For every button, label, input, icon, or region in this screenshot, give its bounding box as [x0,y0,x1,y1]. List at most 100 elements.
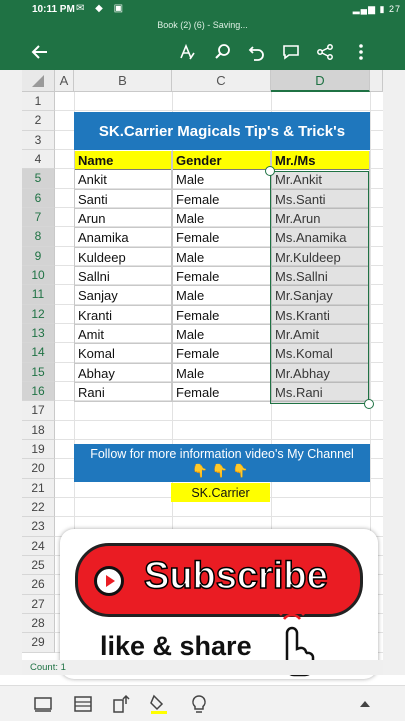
gender-cell[interactable]: Male [172,247,271,267]
tell-me-icon[interactable] [186,691,212,717]
like-share-label: like & share [100,631,252,661]
right-margin [383,70,405,675]
play-icon [94,566,124,596]
gender-cell[interactable]: Male [172,363,271,383]
row-header[interactable]: 14 [22,343,55,363]
name-cell[interactable]: Sallni [74,266,172,286]
header-cell-gender[interactable]: Gender [172,151,271,170]
row-header[interactable]: 10 [22,265,55,286]
name-cell[interactable]: Rani [74,382,172,402]
gender-cell[interactable]: Female [172,305,271,325]
row-header[interactable]: 15 [22,362,55,382]
name-cell[interactable]: Abhay [74,363,172,383]
row-header[interactable]: 9 [22,246,55,266]
follow-text: Follow for more information video's My C… [90,447,354,461]
row-header[interactable]: 5 [22,169,55,189]
column-header-b[interactable]: B [74,70,172,92]
document-title: Book (2) (6) - Saving... [0,20,405,33]
row-header[interactable]: 16 [22,381,55,402]
row-header[interactable]: 20 [22,459,55,479]
row-header[interactable]: 17 [22,401,55,421]
subscribe-button[interactable]: Subscribe [75,543,363,617]
follow-banner[interactable]: Follow for more information video's My C… [74,444,370,482]
gridline-horizontal [55,516,383,518]
gender-cell[interactable]: Male [172,324,271,344]
row-header[interactable]: 24 [22,536,55,556]
bottom-toolbar [0,685,405,721]
name-cell[interactable]: Amit [74,324,172,344]
subscribe-label: Subscribe [143,554,328,598]
select-all-corner[interactable] [22,70,55,92]
left-margin [0,70,22,675]
insert-icon[interactable] [108,691,134,717]
header-cell-title[interactable]: Mr./Ms [271,151,370,170]
collapse-up-icon[interactable] [352,691,378,717]
gender-cell[interactable]: Male [172,208,271,228]
comment-icon[interactable] [278,39,304,65]
battery-icon: ▮ [379,4,386,14]
banner-title[interactable]: SK.Carrier Magicals Tip's & Trick's [74,112,370,150]
pointing-down-icon: 👇👇👇 [191,463,253,478]
row-header[interactable]: 4 [22,149,55,170]
gender-cell[interactable]: Female [172,228,271,248]
back-arrow-icon[interactable] [27,39,53,65]
name-cell[interactable]: Sanjay [74,286,172,306]
name-cell[interactable]: Kuldeep [74,247,172,267]
selection-handle-bottom[interactable] [364,399,374,409]
name-cell[interactable]: Ankit [74,170,172,190]
row-header[interactable]: 21 [22,478,55,498]
row-header[interactable]: 2 [22,111,55,131]
undo-icon[interactable] [244,39,270,65]
search-icon[interactable] [210,39,236,65]
name-cell[interactable]: Kranti [74,305,172,325]
sheet-view-icon[interactable] [30,691,56,717]
column-header-c[interactable]: C [172,70,271,92]
card-view-icon[interactable] [70,691,96,717]
gender-cell[interactable]: Female [172,189,271,209]
clock: 10:11 PM [32,4,75,15]
name-cell[interactable]: Santi [74,189,172,209]
column-header-e[interactable] [370,70,383,92]
row-header[interactable]: 8 [22,227,55,247]
gridline-horizontal [55,438,383,440]
row-header[interactable]: 28 [22,613,55,634]
gender-cell[interactable]: Female [172,266,271,286]
row-header[interactable]: 1 [22,92,55,112]
more-icon[interactable] [348,39,374,65]
column-header-d[interactable]: D [271,70,370,92]
row-header[interactable]: 11 [22,285,55,305]
fill-color-icon[interactable] [146,691,172,717]
name-cell[interactable]: Arun [74,208,172,228]
row-header[interactable]: 27 [22,594,55,614]
row-header[interactable]: 29 [22,633,55,653]
row-header[interactable]: 25 [22,555,55,576]
row-header[interactable]: 23 [22,517,55,537]
gender-cell[interactable]: Female [172,344,271,364]
row-header[interactable]: 7 [22,207,55,228]
row-header[interactable]: 13 [22,323,55,344]
row-header[interactable]: 6 [22,188,55,208]
text-format-icon[interactable] [174,39,200,65]
selection-handle-top[interactable] [265,166,275,176]
selection-range[interactable] [270,171,369,404]
channel-tag[interactable]: SK.Carrier [171,483,270,502]
row-header[interactable]: 22 [22,497,55,518]
gender-cell[interactable]: Male [172,170,271,190]
gender-cell[interactable]: Female [172,382,271,402]
row-header[interactable]: 12 [22,304,55,324]
share-icon[interactable] [312,39,338,65]
notification-icons: ✉ ◆ ▣ [76,3,128,14]
header-cell-name[interactable]: Name [74,151,172,170]
row-header[interactable]: 19 [22,439,55,460]
system-tray: ▂▄▆ ▮ 27 [353,4,401,15]
name-cell[interactable]: Anamika [74,228,172,248]
status-count: Count: 1 [22,660,383,675]
status-bar: 10:11 PM ✉ ◆ ▣ ▂▄▆ ▮ 27 [0,0,405,20]
name-cell[interactable]: Komal [74,344,172,364]
column-header-a[interactable]: A [55,70,74,92]
gender-cell[interactable]: Male [172,286,271,306]
row-header[interactable]: 26 [22,575,55,595]
row-header[interactable]: 3 [22,130,55,150]
row-header[interactable]: 18 [22,420,55,440]
battery-level: 27 [388,4,401,14]
